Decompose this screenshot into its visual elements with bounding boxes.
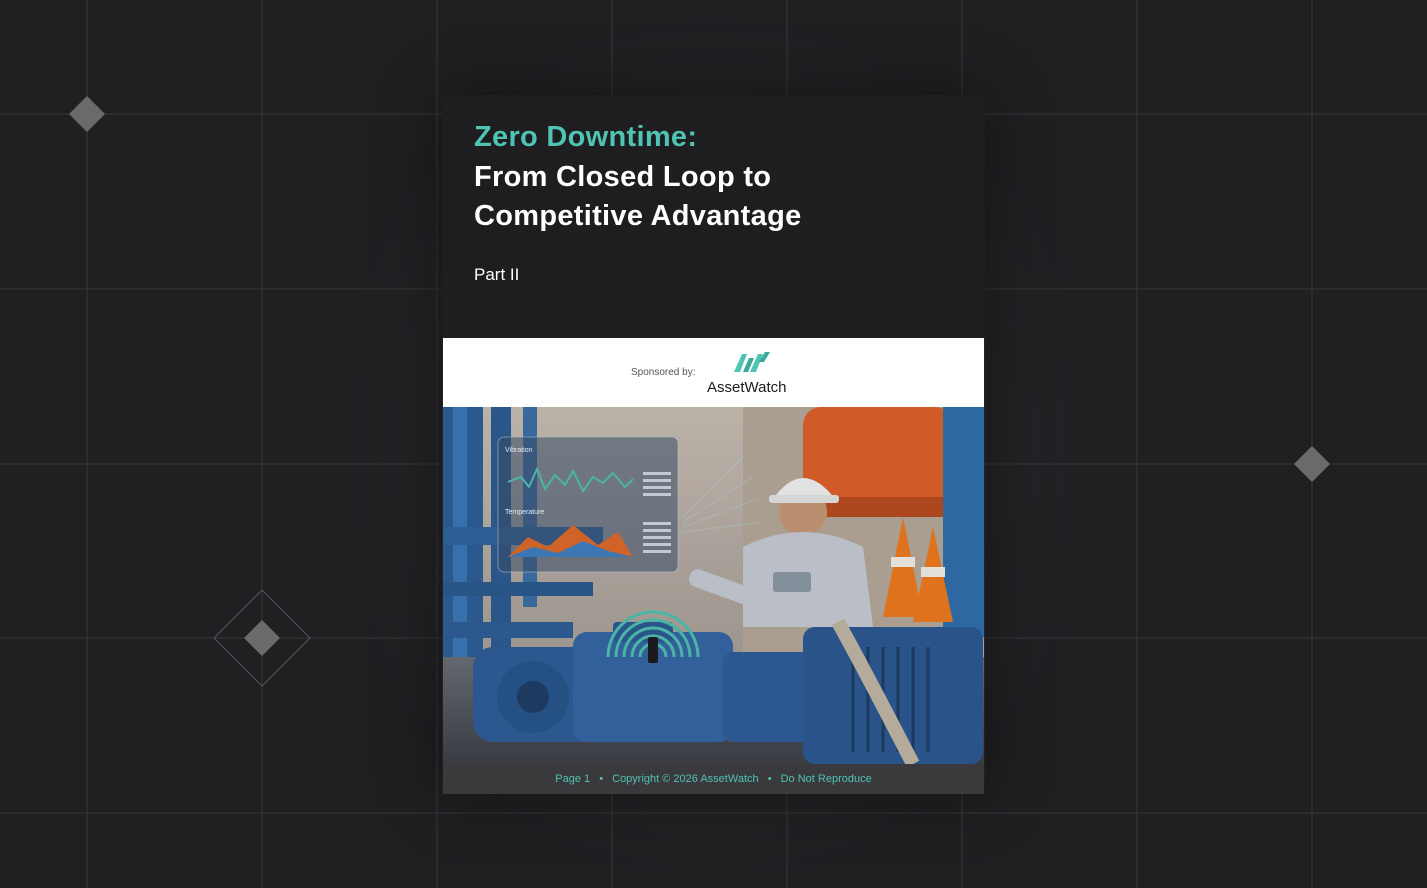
title-line: From Closed Loop to (474, 161, 772, 193)
cover-photo: Vibration Temperature (443, 407, 984, 764)
ebook-cover[interactable]: Zero Downtime: From Closed Loop to Compe… (442, 95, 985, 794)
cover-header: Zero Downtime: From Closed Loop to Compe… (442, 95, 985, 338)
title-accent: Zero Downtime: (474, 121, 698, 153)
industrial-pump-scene (443, 407, 984, 764)
hud-temperature-label: Temperature (505, 509, 545, 516)
footer-page: Page 1 (555, 773, 591, 785)
assetwatch-logo-icon (734, 352, 770, 372)
diamond-ornament (244, 620, 280, 656)
part-label: Part II (474, 265, 520, 284)
footer-notice: Do Not Reproduce (780, 773, 872, 785)
footer-copyright: Copyright © 2026 AssetWatch (612, 773, 759, 785)
hud-vibration-label: Vibration (505, 447, 533, 454)
title-line: Competitive Advantage (474, 200, 802, 232)
footer-separator: • (599, 773, 604, 785)
cover-footer: Page 1 • Copyright © 2026 AssetWatch • D… (443, 764, 984, 794)
footer-separator: • (767, 773, 772, 785)
sponsor-bar: Sponsored by: AssetWatch (443, 338, 984, 407)
sponsor-label: Sponsored by: (631, 367, 696, 378)
diamond-ornament (69, 96, 105, 132)
diamond-ornament (1294, 446, 1330, 482)
sponsor-brand: AssetWatch (707, 379, 787, 396)
